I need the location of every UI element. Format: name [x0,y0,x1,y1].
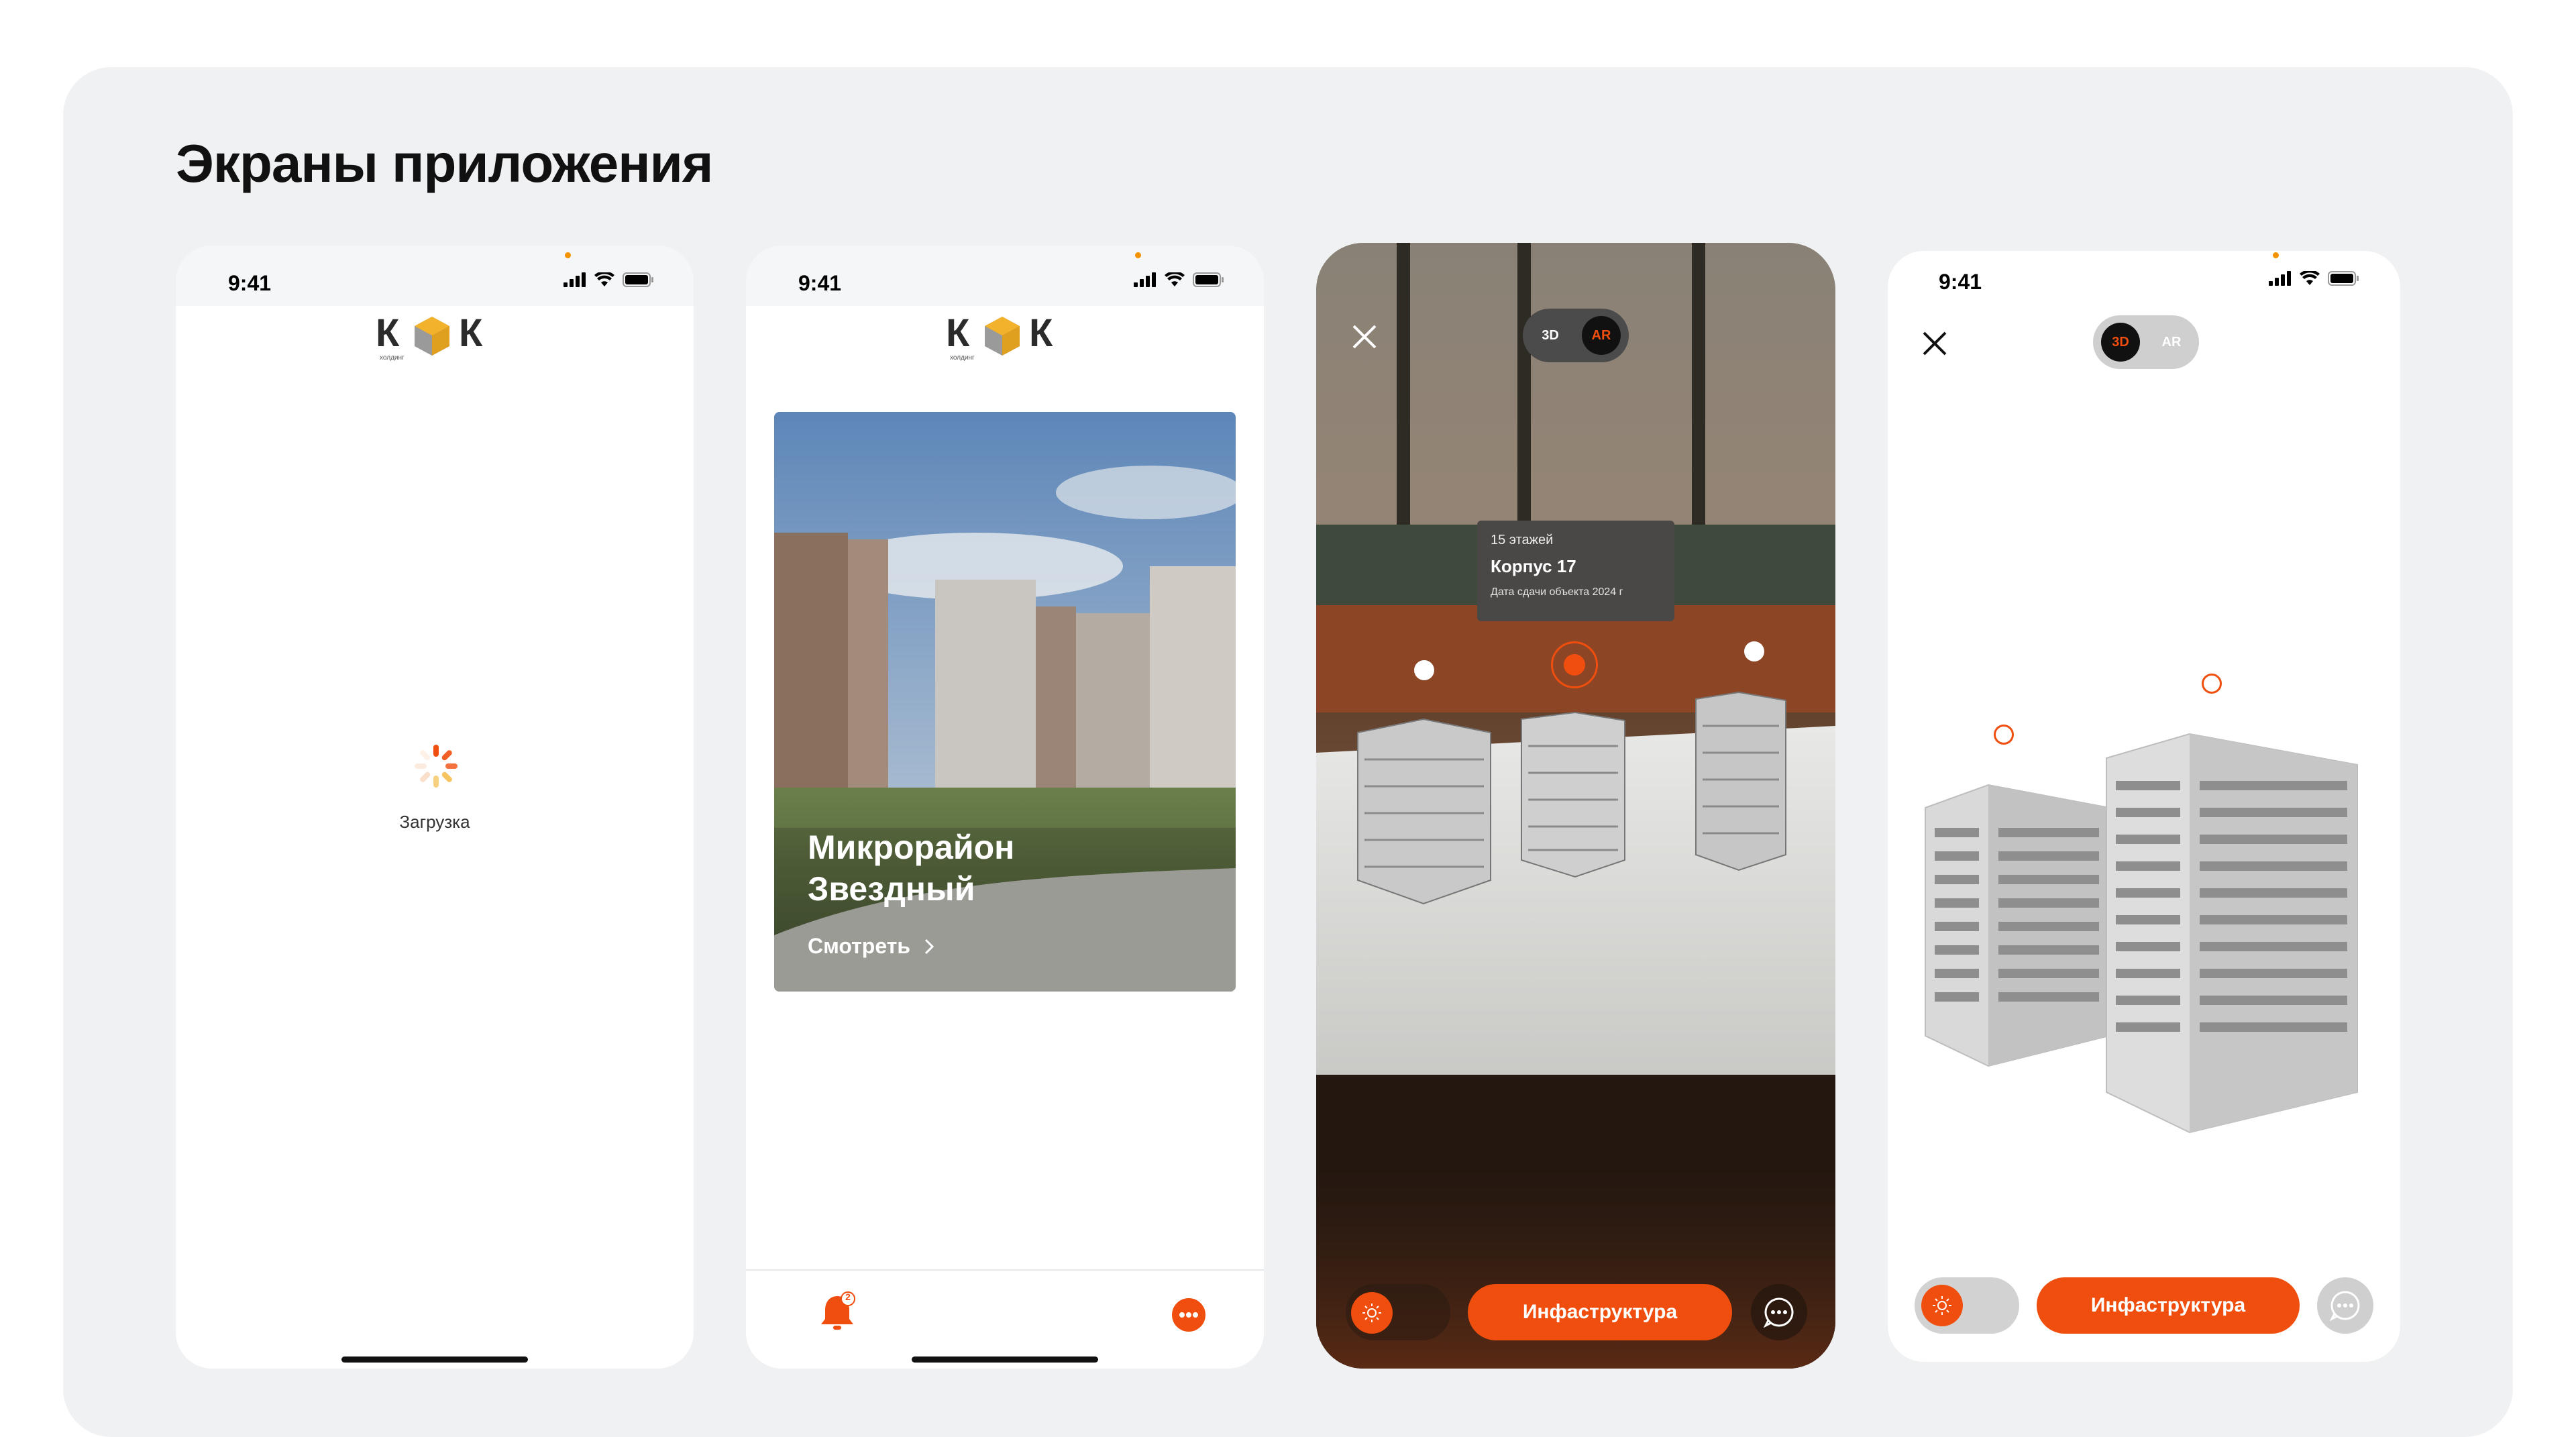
privacy-dot [565,252,571,258]
chat-icon [1172,1298,1205,1332]
status-icons [564,272,653,287]
chat-tab[interactable] [1171,1297,1206,1332]
logo-letter-right: К [459,311,483,355]
mode-3d-option[interactable]: 3D [2101,323,2140,362]
view-mode-toggle[interactable]: 3D AR [1523,309,1629,362]
lighting-knob [1351,1292,1393,1334]
notifications-badge: 2 [845,1291,851,1302]
phone-screen-home: 9:41 К К холдинг Микрорайон Звездный Смо… [746,246,1264,1369]
sun-icon [1933,1296,1951,1315]
logo-letter-right: К [1029,311,1053,355]
chat-icon [1763,1297,1794,1328]
banner-cta-label: Смотреть [808,934,911,958]
phone-screen-loading: 9:41 К К холдинг Загрузка [176,246,694,1369]
building-marker[interactable] [1744,641,1764,661]
page-title: Экраны приложения [176,134,713,193]
mode-ar-option[interactable]: AR [1582,316,1621,355]
ar-building-right [1695,691,1786,871]
ar-building-left [1357,718,1491,905]
sun-icon [1362,1303,1381,1322]
mode-ar-option[interactable]: AR [2152,323,2191,362]
banner-title-line1: Микрорайон [808,829,1015,866]
loading-spinner-icon [412,742,460,790]
banner-title-line2: Звездный [808,870,975,908]
status-icons [1134,272,1224,287]
ksk-logo: К К холдинг [946,306,1064,364]
banner-title: Микрорайон Звездный [808,827,1014,910]
home-indicator [912,1356,1098,1363]
building-marker-active[interactable] [1551,641,1598,688]
logo-letter-left: К [376,311,400,355]
logo-letter-left: К [946,311,970,355]
home-indicator [341,1356,528,1363]
status-bar: 9:41 [176,246,694,306]
infrastructure-button[interactable]: Инфаструктура [1468,1284,1732,1340]
status-time: 9:41 [1939,270,1982,294]
mode-3d-option[interactable]: 3D [1531,316,1570,355]
chat-icon [2329,1291,2360,1322]
building-tooltip: 15 этажей Корпус 17 Дата сдачи объекта 2… [1477,521,1674,621]
district-banner[interactable]: Микрорайон Звездный Смотреть [774,412,1236,992]
building-3d-model [1925,733,2358,1134]
battery-icon [623,272,653,287]
chat-button[interactable] [1751,1284,1807,1340]
ksk-logo: К К холдинг [376,306,494,364]
status-bar: 9:41 [1888,251,2400,309]
status-bar: 9:41 [746,246,1264,306]
logo-tagline: холдинг [380,354,405,362]
chevron-right-icon [924,939,934,954]
signal-icon [564,272,586,287]
lighting-toggle[interactable] [1346,1284,1450,1340]
view-mode-toggle[interactable]: 3D AR [2093,315,2199,369]
loading-label: Загрузка [399,812,470,832]
close-icon[interactable] [1351,323,1378,350]
infrastructure-button[interactable]: Инфаструктура [2037,1277,2300,1334]
battery-icon [1193,272,1224,287]
wifi-icon [594,272,614,286]
ar-building-center [1521,711,1625,878]
ar-camera-view [1316,243,1835,1369]
tab-bar: 2 [746,1269,1264,1369]
status-time: 9:41 [228,271,272,295]
wifi-icon [1165,272,1185,286]
lighting-toggle[interactable] [1915,1277,2019,1334]
lighting-knob [1921,1285,1963,1326]
tooltip-floors: 15 этажей [1491,533,1554,547]
building-marker[interactable] [1994,725,2014,745]
logo-tagline: холдинг [950,354,975,362]
battery-icon [2328,271,2359,286]
close-icon[interactable] [1921,330,1948,357]
status-icons [2269,271,2359,286]
phone-screen-ar: 3D AR 15 этажей Корпус 17 Дата сдачи объ… [1316,243,1835,1369]
tooltip-building-name: Корпус 17 [1491,556,1576,576]
banner-cta-link[interactable]: Смотреть [808,934,934,959]
privacy-dot [2273,252,2279,258]
chat-button[interactable] [2317,1277,2373,1334]
privacy-dot [1135,252,1141,258]
model-building-left [1925,784,2110,1067]
status-time: 9:41 [798,271,842,295]
notifications-tab[interactable]: 2 [816,1291,859,1334]
building-marker[interactable] [2202,674,2222,694]
tooltip-completion-date: Дата сдачи объекта 2024 г [1491,586,1623,598]
building-marker[interactable] [1414,660,1434,680]
signal-icon [1134,272,1156,287]
signal-icon [2269,271,2291,286]
wifi-icon [2300,271,2320,285]
model-building-right [2106,733,2358,1134]
phone-screen-3d: 9:41 3D AR Инфаструктура [1888,251,2400,1362]
